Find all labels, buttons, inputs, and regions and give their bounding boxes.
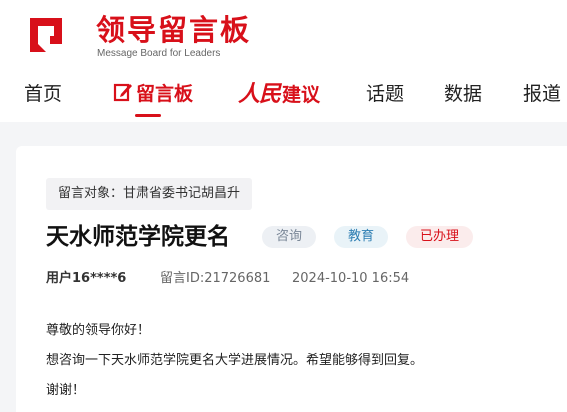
nav-item-data[interactable]: 数据 (444, 82, 482, 106)
message-card: 留言对象：甘肃省委书记胡昌升 天水师范学院更名 咨询 教育 已办理 用户16**… (16, 146, 567, 412)
message-target-name[interactable]: 甘肃省委书记胡昌升 (123, 186, 240, 201)
nav-item-topics[interactable]: 话题 (366, 82, 404, 106)
renmin-script-logo: 人民 (238, 81, 281, 107)
site-header: 领导留言板 Message Board for Leaders 首页 留言板 人… (0, 0, 567, 122)
nav-item-home[interactable]: 首页 (24, 82, 62, 106)
message-time: 2024-10-10 16:54 (292, 271, 410, 286)
brand-title: 领导留言板 (96, 13, 252, 47)
field-badge: 教育 (334, 226, 389, 248)
nav-active-indicator (135, 114, 161, 117)
message-target: 留言对象：甘肃省委书记胡昌升 (46, 178, 253, 210)
logo-mark-icon (30, 18, 62, 52)
edit-icon (113, 83, 132, 102)
nav-item-message-board-label: 留言板 (136, 83, 194, 105)
main-nav: 首页 留言板 人民 建议 话题 数据 报道 (0, 78, 567, 122)
nav-item-suggestions-label: 建议 (282, 84, 321, 106)
nav-item-message-board[interactable]: 留言板 (113, 82, 193, 106)
message-body-line: 尊敬的领导你好！ (46, 323, 151, 338)
message-body-line: 谢谢！ (46, 383, 86, 398)
message-user: 用户16****6 (46, 271, 127, 286)
type-badge: 咨询 (262, 226, 317, 248)
brand-subtitle: Message Board for Leaders (97, 48, 221, 59)
message-body-line: 想咨询一下天水师范学院更名大学进展情况。希望能够得到回复。 (46, 353, 424, 368)
status-badge: 已办理 (406, 226, 474, 248)
nav-item-suggestions[interactable]: 人民 建议 (238, 82, 320, 107)
message-target-prefix: 留言对象： (58, 186, 124, 201)
message-title: 天水师范学院更名 (46, 224, 230, 250)
message-id: 留言ID:21726681 (160, 271, 271, 286)
nav-item-reports[interactable]: 报道 (523, 82, 561, 106)
